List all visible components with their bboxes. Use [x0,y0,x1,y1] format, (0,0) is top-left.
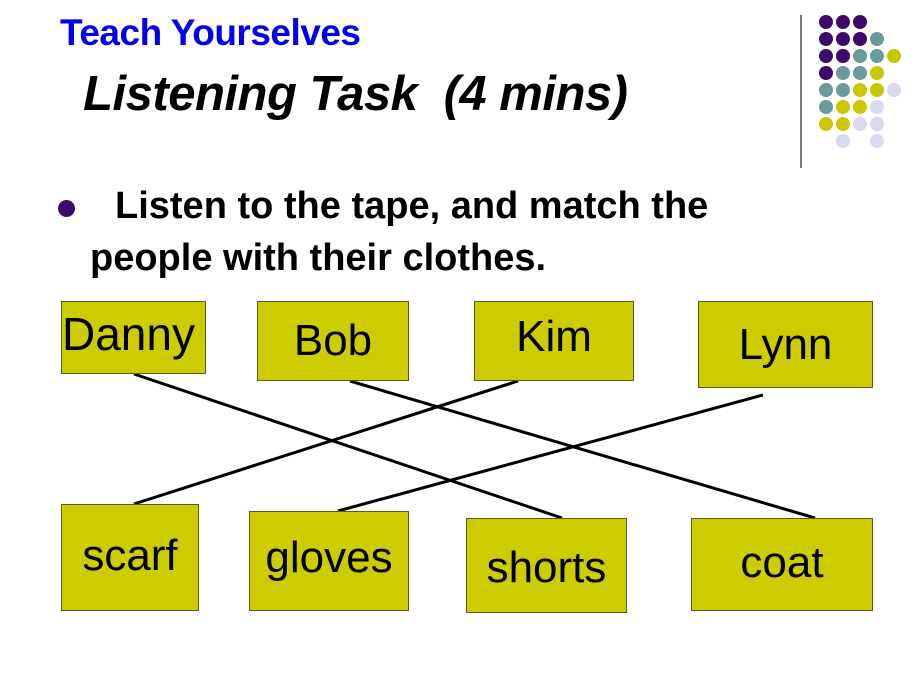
person-label: Kim [516,312,592,361]
person-box-lynn[interactable]: Lynn [698,301,873,388]
clothing-label: scarf [82,530,178,580]
person-label: Lynn [738,319,833,369]
match-line-bob-coat [349,379,816,520]
match-line-danny-shorts [133,372,563,520]
clothing-box-gloves[interactable]: gloves [249,511,409,611]
clothing-box-scarf[interactable]: scarf [61,504,199,611]
person-box-bob[interactable]: Bob [257,301,409,381]
clothing-label: coat [740,537,824,587]
person-label: Bob [293,316,373,365]
match-line-lynn-gloves [337,393,764,513]
clothing-label: gloves [265,533,393,582]
clothing-label: shorts [486,542,607,592]
clothing-box-coat[interactable]: coat [691,518,873,611]
match-line-kim-scarf [133,379,519,506]
clothing-box-shorts[interactable]: shorts [466,518,627,613]
person-box-danny[interactable]: Danny [61,301,206,374]
person-label: Danny [62,307,195,360]
person-box-kim[interactable]: Kim [474,301,634,381]
